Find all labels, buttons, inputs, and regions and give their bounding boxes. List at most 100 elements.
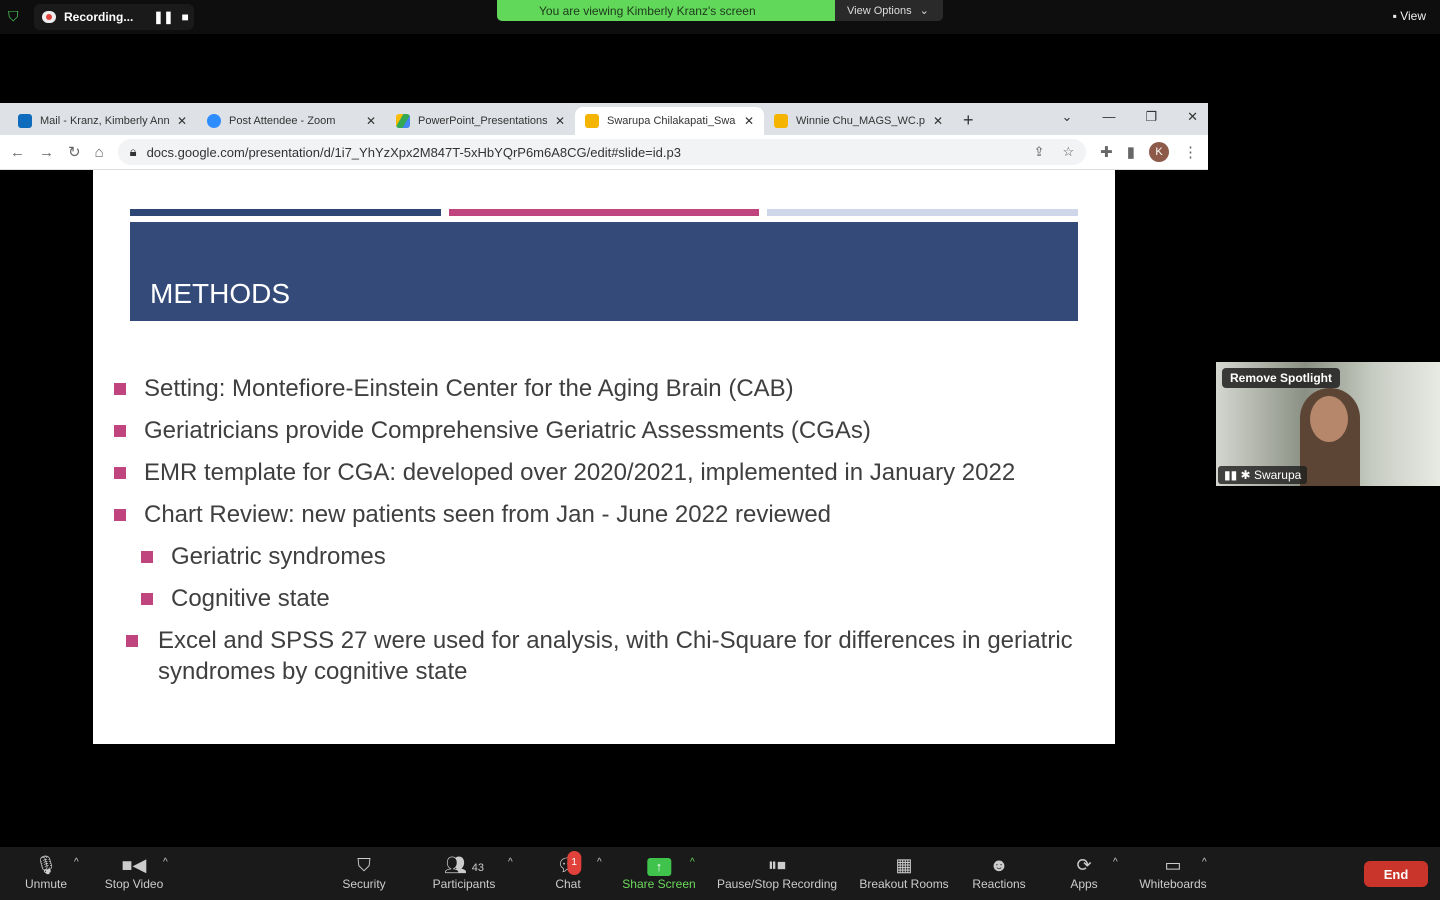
participants-label: Participants: [432, 877, 496, 891]
reactions-label: Reactions: [972, 877, 1026, 891]
bullet-text: Geriatric syndromes: [171, 543, 386, 570]
apps-button[interactable]: ⟳ Apps: [1070, 853, 1097, 891]
reactions-button[interactable]: ☻ Reactions: [972, 853, 1025, 891]
forward-icon[interactable]: →: [39, 144, 54, 161]
menu-icon[interactable]: ⋮: [1183, 143, 1198, 161]
star-icon[interactable]: ☆: [1063, 144, 1075, 160]
slide-title: METHODS: [150, 278, 290, 309]
participants-count: 43: [471, 862, 485, 874]
slide: METHODS Setting: Montefiore-Einstein Cen…: [93, 170, 1115, 744]
side-panel-icon[interactable]: ▮: [1127, 143, 1135, 161]
caret-up-icon[interactable]: ^: [1113, 857, 1118, 868]
close-window-button[interactable]: ✕: [1187, 109, 1198, 125]
bullet: Geriatricians provide Comprehensive Geri…: [114, 415, 871, 446]
shield-icon[interactable]: ⛉: [8, 8, 26, 26]
participant-video[interactable]: Remove Spotlight ▮▮ ✱ Swarupa: [1216, 362, 1440, 486]
minimize-button[interactable]: —: [1102, 109, 1115, 125]
view-options-label: View Options: [847, 4, 912, 17]
apps-icon: ⟳: [1076, 855, 1092, 875]
stop-recording-icon[interactable]: ■: [181, 10, 188, 24]
caret-up-icon[interactable]: ^: [508, 857, 513, 868]
sub-bullet: Geriatric syndromes: [141, 541, 386, 572]
chat-label: Chat: [555, 877, 581, 891]
accent-bar-navy: [130, 209, 441, 216]
avatar[interactable]: K: [1149, 142, 1169, 162]
close-icon[interactable]: ✕: [933, 114, 943, 128]
bullet-text: Excel and SPSS 27 were used for analysis…: [158, 627, 1073, 654]
close-icon[interactable]: ✕: [744, 114, 754, 128]
browser-tab[interactable]: Post Attendee - Zoom ✕: [197, 107, 386, 135]
bullet-text: syndromes by cognitive state: [158, 658, 468, 685]
recording-label: Recording...: [64, 10, 134, 24]
zoom-icon: [207, 114, 221, 128]
stop-video-label: Stop Video: [104, 877, 164, 891]
url-field[interactable]: 🔒︎ docs.google.com/presentation/d/1i7_Yh…: [117, 139, 1087, 165]
outlook-icon: [18, 114, 32, 128]
close-icon[interactable]: ✕: [366, 114, 376, 128]
sub-bullet: Cognitive state: [141, 583, 330, 614]
pause-recording-icon[interactable]: ❚❚: [153, 10, 173, 24]
slides-icon: [774, 114, 788, 128]
pause-stop-label: Pause/Stop Recording: [716, 877, 838, 891]
tab-title: PowerPoint_Presentations: [418, 115, 547, 127]
reload-icon[interactable]: ↻: [68, 143, 81, 161]
tab-search-icon[interactable]: ⌄: [1062, 109, 1073, 125]
bullet-text: Geriatricians provide Comprehensive Geri…: [144, 417, 871, 444]
participants-button[interactable]: 👥︎ 43 Participants: [433, 853, 496, 891]
home-icon[interactable]: ⌂: [95, 144, 104, 161]
tab-title: Mail - Kranz, Kimberly Ann: [40, 115, 169, 127]
breakout-rooms-button[interactable]: ▦ Breakout Rooms: [859, 853, 948, 891]
shield-icon: ⛉: [357, 855, 371, 875]
extensions-icon[interactable]: ✚: [1100, 143, 1113, 161]
chat-badge: 1: [567, 851, 581, 875]
chat-button[interactable]: 💬︎1Chat: [555, 851, 581, 891]
unmute-button[interactable]: 🎙︎ Unmute: [25, 853, 67, 891]
share-screen-label: Share Screen: [622, 877, 696, 891]
security-label: Security: [342, 877, 386, 891]
accent-bar-light: [767, 209, 1078, 216]
participants-icon: 👥︎ 43: [443, 855, 485, 875]
end-meeting-button[interactable]: End: [1364, 861, 1428, 887]
chat-icon: 💬︎1: [555, 851, 581, 877]
browser-tab[interactable]: Mail - Kranz, Kimberly Ann ✕: [8, 107, 197, 135]
url-text: docs.google.com/presentation/d/1i7_YhYzX…: [146, 144, 681, 160]
close-icon[interactable]: ✕: [177, 114, 187, 128]
caret-up-icon[interactable]: ^: [597, 857, 602, 868]
breakout-rooms-icon: ▦: [895, 855, 913, 875]
caret-up-icon[interactable]: ^: [690, 857, 695, 868]
stop-video-button[interactable]: ■◀ Stop Video: [105, 853, 164, 891]
pause-stop-recording-button[interactable]: ⏸︎⏹︎ Pause/Stop Recording: [717, 853, 837, 891]
google-drive-icon: [396, 114, 410, 128]
caret-up-icon[interactable]: ^: [163, 857, 168, 868]
caret-up-icon[interactable]: ^: [1202, 857, 1207, 868]
browser-tab[interactable]: Winnie Chu_MAGS_WC.pptx ✕: [764, 107, 953, 135]
remove-spotlight-button[interactable]: Remove Spotlight: [1222, 368, 1341, 388]
restore-button[interactable]: ❐: [1145, 109, 1157, 125]
caret-up-icon[interactable]: ^: [74, 857, 79, 868]
bullet-text: Cognitive state: [171, 585, 330, 612]
viewing-banner: You are viewing Kimberly Kranz's screen: [497, 0, 835, 21]
view-button[interactable]: ▪ View: [1393, 9, 1426, 23]
meeting-toolbar: 🎙︎ Unmute ^ ■◀ Stop Video ^ ⛉ Security 👥︎ 4…: [0, 847, 1440, 900]
breakout-label: Breakout Rooms: [859, 877, 949, 891]
recording-indicator: Recording... ❚❚ ■: [34, 4, 194, 30]
new-tab-button[interactable]: +: [963, 110, 974, 131]
chevron-down-icon: ⌄: [919, 5, 929, 17]
whiteboards-button[interactable]: ▭ Whiteboards: [1139, 853, 1206, 891]
address-bar-row: ← → ↻ ⌂ 🔒︎ docs.google.com/presentation/…: [0, 135, 1208, 170]
share-screen-icon: ↑: [622, 853, 695, 877]
share-icon[interactable]: ⇪: [1034, 144, 1045, 160]
view-label: View: [1400, 9, 1426, 23]
browser-tab-active[interactable]: Swarupa Chilakapati_Swarupa ✕: [575, 107, 764, 135]
view-options-button[interactable]: View Options ⌄: [835, 0, 943, 21]
apps-label: Apps: [1070, 877, 1098, 891]
bullet: EMR template for CGA: developed over 202…: [114, 457, 1015, 488]
viewing-banner-text: You are viewing Kimberly Kranz's screen: [539, 3, 756, 18]
bullet: Excel and SPSS 27 were used for analysis…: [126, 625, 1073, 687]
share-screen-button[interactable]: ↑ Share Screen: [622, 853, 696, 891]
security-button[interactable]: ⛉ Security: [342, 853, 385, 891]
close-icon[interactable]: ✕: [555, 114, 565, 128]
back-icon[interactable]: ←: [10, 144, 25, 161]
browser-tab[interactable]: PowerPoint_Presentations ✕: [386, 107, 575, 135]
browser-window: Mail - Kranz, Kimberly Ann ✕ Post Attende…: [0, 103, 1208, 744]
